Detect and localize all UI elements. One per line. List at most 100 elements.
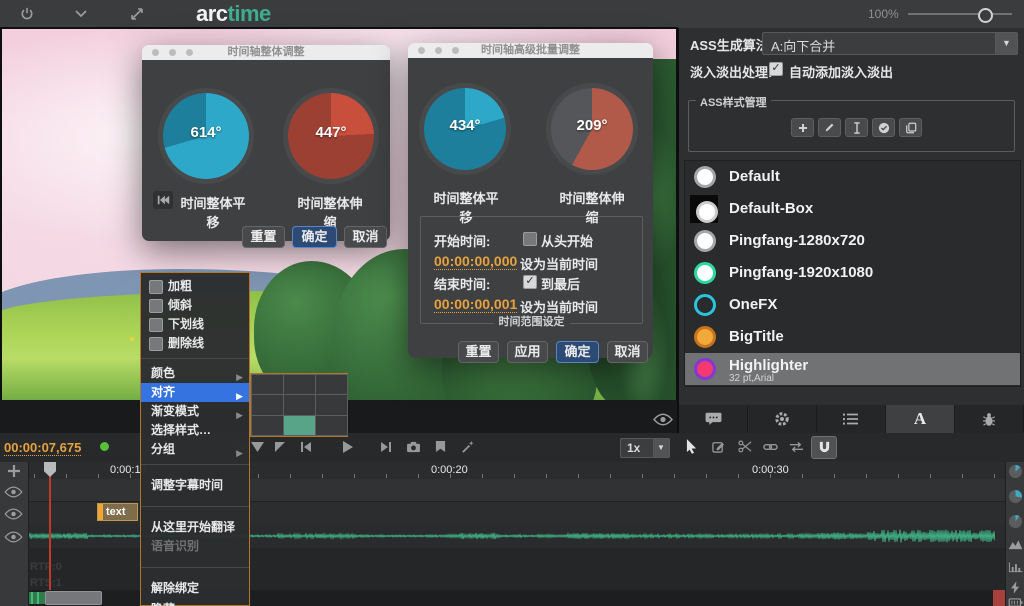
play-icon[interactable] (342, 441, 353, 453)
clip-left-handle[interactable] (98, 504, 103, 520)
eye-icon[interactable] (4, 486, 23, 498)
subtitle-clip[interactable]: text (97, 503, 138, 521)
skip-to-start-icon[interactable] (153, 191, 173, 209)
window-button[interactable] (152, 49, 159, 56)
align-cell-top-left[interactable] (250, 373, 284, 396)
camera-icon[interactable] (406, 441, 421, 453)
knob-icon[interactable] (1009, 465, 1022, 478)
tab-subtitles[interactable] (679, 405, 748, 433)
menu-item-underline[interactable]: 下划线 (141, 315, 249, 334)
skip-forward-icon[interactable] (380, 441, 392, 453)
style-row[interactable]: OneFX (685, 289, 1020, 321)
cancel-button[interactable]: 取消 (607, 341, 648, 363)
menu-item-pick-style[interactable]: 选择样式… (141, 421, 249, 440)
tab-settings[interactable] (748, 405, 817, 433)
style-row[interactable]: Pingfang-1920x1080 (685, 257, 1020, 289)
align-cell-middle-left[interactable] (250, 394, 284, 416)
apply-style-button[interactable] (872, 118, 895, 137)
menu-item-adjust-subtitle-time[interactable]: 调整字幕时间 (141, 476, 249, 495)
window-button[interactable] (435, 47, 442, 54)
set-current-time-link[interactable]: 设为当前时间 (520, 254, 598, 273)
current-timecode[interactable]: 00:00:07,675 (4, 440, 82, 456)
add-style-button[interactable] (791, 118, 814, 137)
style-row[interactable]: Default-Box (685, 193, 1020, 225)
align-cell-middle-right[interactable] (314, 394, 348, 416)
window-button[interactable] (418, 47, 425, 54)
knob-icon[interactable] (1009, 515, 1022, 528)
ass-algorithm-dropdown[interactable]: A:向下合并 ▼ (762, 32, 1018, 55)
tab-list[interactable] (817, 405, 886, 433)
style-row-selected[interactable]: Highlighter 32 pt,Arial (685, 353, 1020, 385)
style-row[interactable]: Pingfang-1280x720 (685, 225, 1020, 257)
tab-styles[interactable]: A (886, 405, 955, 433)
add-track-icon[interactable] (7, 464, 21, 478)
playback-speed-dropdown[interactable]: 1x ▼ (620, 438, 670, 458)
duplicate-style-button[interactable] (899, 118, 922, 137)
knob-icon[interactable] (1009, 490, 1022, 503)
lightning-icon[interactable] (1011, 581, 1020, 594)
underline-checkbox[interactable] (149, 318, 163, 332)
menu-item-group[interactable]: 分组 ▶ (141, 440, 249, 459)
window-button[interactable] (452, 47, 459, 54)
expand-icon[interactable] (130, 7, 144, 21)
reset-button[interactable]: 重置 (458, 341, 499, 363)
tab-debug[interactable] (955, 405, 1024, 433)
bold-checkbox[interactable] (149, 280, 163, 294)
dialog-title[interactable]: 时间轴高级批量调整 (408, 43, 653, 58)
menu-item-color[interactable]: 颜色 ▶ (141, 364, 249, 383)
menu-item-bold[interactable]: 加粗 (141, 277, 249, 296)
time-scale-dial[interactable]: 447° (283, 88, 379, 184)
move-down-icon[interactable] (251, 442, 264, 452)
dropdown-arrow-icon[interactable]: ▼ (995, 33, 1017, 54)
scissors-icon[interactable] (738, 440, 753, 453)
auto-fade-checkbox[interactable]: ✓ (769, 62, 783, 76)
menu-item-hide[interactable]: 隐藏 (141, 600, 249, 606)
time-shift-dial[interactable]: 614° (158, 88, 254, 184)
reset-button[interactable]: 重置 (242, 226, 285, 248)
time-scale-dial[interactable]: 209° (546, 83, 638, 175)
swap-icon[interactable] (789, 441, 804, 453)
align-cell-bottom-center-selected[interactable] (282, 414, 316, 437)
menu-item-translate-from-here[interactable]: 从这里开始翻译 (141, 518, 249, 537)
start-time-value[interactable]: 00:00:00,000 (434, 253, 518, 270)
ok-button[interactable]: 确定 (292, 226, 337, 248)
from-start-checkbox[interactable] (523, 232, 537, 246)
menu-item-gradient[interactable]: 渐变模式 ▶ (141, 402, 249, 421)
edit-style-button[interactable] (818, 118, 841, 137)
bookmark-icon[interactable] (435, 440, 446, 453)
edit-tool-icon[interactable] (712, 440, 725, 453)
window-button[interactable] (169, 49, 176, 56)
magnet-snap-toggle[interactable] (811, 436, 837, 459)
bar-chart-icon[interactable] (1008, 561, 1023, 573)
dialog-title[interactable]: 时间轴整体调整 (142, 45, 390, 60)
menu-item-unbind[interactable]: 解除绑定 (141, 579, 249, 598)
power-icon[interactable] (20, 7, 34, 21)
apply-button[interactable]: 应用 (507, 341, 548, 363)
ok-button[interactable]: 确定 (556, 341, 599, 363)
menu-item-italic[interactable]: 倾斜 (141, 296, 249, 315)
skip-back-icon[interactable] (300, 441, 312, 453)
align-cell-bottom-right[interactable] (314, 414, 348, 437)
chevron-down-icon[interactable] (75, 10, 87, 18)
link-icon[interactable] (763, 442, 778, 452)
strikethrough-checkbox[interactable] (149, 337, 163, 351)
scrollbar-thumb[interactable] (45, 591, 102, 605)
align-cell-bottom-left[interactable] (250, 414, 284, 437)
align-cell-top-center[interactable] (282, 373, 316, 396)
magic-wand-icon[interactable] (461, 440, 475, 454)
eye-icon[interactable] (4, 531, 23, 543)
window-button[interactable] (186, 49, 193, 56)
zoom-slider-handle[interactable] (978, 8, 993, 23)
style-row[interactable]: BigTitle (685, 321, 1020, 353)
align-cell-middle-center[interactable] (282, 394, 316, 416)
menu-item-strikethrough[interactable]: 删除线 (141, 334, 249, 353)
dropdown-arrow-icon[interactable]: ▼ (653, 439, 669, 457)
eye-icon[interactable] (4, 508, 23, 520)
to-end-checkbox[interactable]: ✓ (523, 275, 537, 289)
battery-icon[interactable] (1008, 598, 1023, 606)
style-row[interactable]: Default (685, 161, 1020, 193)
zoom-slider-track[interactable] (908, 13, 1012, 15)
cursor-tool-icon[interactable] (686, 439, 697, 454)
italic-checkbox[interactable] (149, 299, 163, 313)
flag-in-icon[interactable] (274, 441, 286, 453)
